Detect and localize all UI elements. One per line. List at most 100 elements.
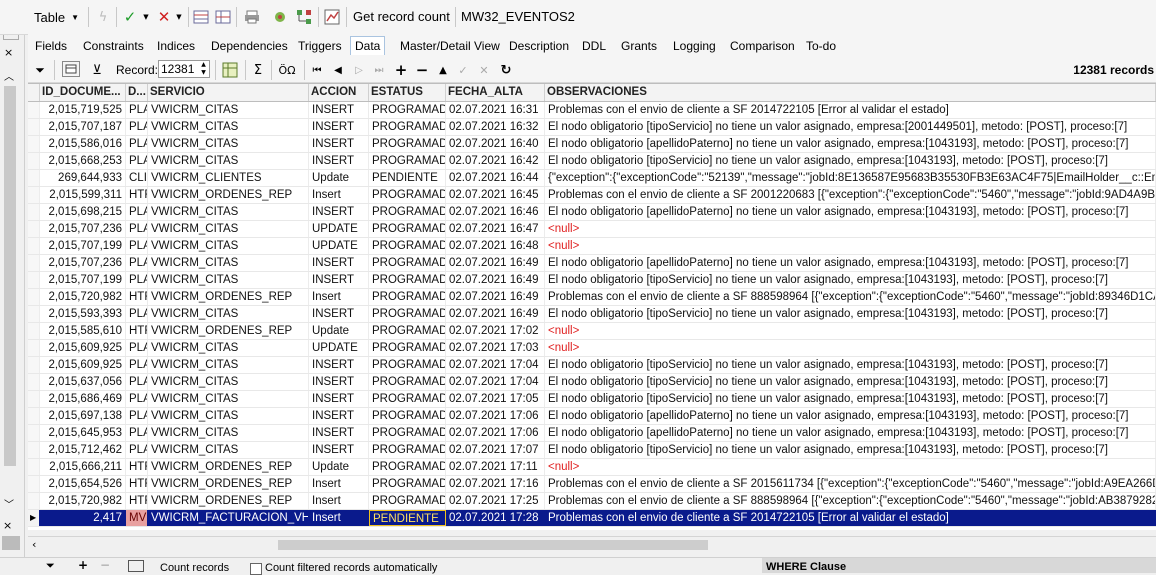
cell-observaciones[interactable]: El nodo obligatorio [tipoServicio] no ti… <box>545 306 1156 322</box>
cell-accion[interactable]: UPDATE <box>309 340 369 356</box>
grid-edit-icon[interactable] <box>192 8 210 26</box>
cell-id-documento[interactable]: 2,015,668,253 <box>40 153 126 169</box>
table-row-selected[interactable]: ▶ 2,417 MV(VWICRM_FACTURACION_VH Insert PEND… <box>28 510 1156 527</box>
chart-icon[interactable] <box>322 8 342 26</box>
add-icon[interactable]: + <box>78 558 88 572</box>
table-row[interactable]: 2,015,654,526HTFVWICRM_ORDENES_REPInsert… <box>28 476 1156 493</box>
cell-servicio[interactable]: VWICRM_ORDENES_REP <box>148 323 309 339</box>
get-record-count-button[interactable]: Get record count <box>353 9 450 24</box>
table-row[interactable]: 2,015,720,982HTFVWICRM_ORDENES_REPInsert… <box>28 289 1156 306</box>
grid-view-icon[interactable] <box>214 8 232 26</box>
cell-id-documento[interactable]: 2,015,719,525 <box>40 102 126 118</box>
cell-estatus[interactable]: PROGRAMADO <box>369 357 446 373</box>
table-row[interactable]: 2,015,707,236PLAVWICRM_CITASUPDATEPROGRA… <box>28 221 1156 238</box>
insert-record-icon[interactable]: + <box>394 61 408 79</box>
cell-observaciones[interactable]: Problemas con el envio de cliente a SF 8… <box>545 493 1156 509</box>
cell-fecha-alta[interactable]: 02.07.2021 17:28 <box>446 510 545 526</box>
table-row[interactable]: 2,015,686,469PLAVWICRM_CITASINSERTPROGRA… <box>28 391 1156 408</box>
cell-servicio[interactable]: VWICRM_CITAS <box>148 136 309 152</box>
commit-check-icon[interactable]: ✓ <box>121 8 139 26</box>
structure-icon[interactable] <box>294 8 314 26</box>
cell-estatus[interactable]: PROGRAMADO <box>369 187 446 203</box>
row-indicator[interactable] <box>28 102 40 118</box>
tab-ddl[interactable]: DDL <box>582 39 606 53</box>
rollback-x-icon[interactable]: ✕ <box>155 8 173 26</box>
cell-d[interactable]: PLA <box>126 204 148 220</box>
row-indicator[interactable] <box>28 306 40 322</box>
panel-handle[interactable] <box>2 536 20 550</box>
cell-observaciones[interactable]: El nodo obligatorio [tipoServicio] no ti… <box>545 153 1156 169</box>
row-indicator[interactable] <box>28 289 40 305</box>
cell-id-documento[interactable]: 269,644,933 <box>40 170 126 186</box>
count-filtered-checkbox[interactable] <box>250 563 262 575</box>
cell-fecha-alta[interactable]: 02.07.2021 16:49 <box>446 306 545 322</box>
cell-servicio[interactable]: VWICRM_CITAS <box>148 153 309 169</box>
prior-record-icon[interactable]: ◀ <box>331 61 345 79</box>
table-row[interactable]: 2,015,586,016PLAVWICRM_CITASINSERTPROGRA… <box>28 136 1156 153</box>
cell-d[interactable]: PLA <box>126 374 148 390</box>
table-row[interactable]: 2,015,668,253PLAVWICRM_CITASINSERTPROGRA… <box>28 153 1156 170</box>
row-indicator[interactable] <box>28 493 40 509</box>
refresh-grid-icon[interactable] <box>221 61 239 79</box>
cell-servicio[interactable]: VWICRM_CITAS <box>148 119 309 135</box>
filter-add-icon[interactable]: ⊻ <box>88 61 106 79</box>
cell-fecha-alta[interactable]: 02.07.2021 17:11 <box>446 459 545 475</box>
tab-to-do[interactable]: To-do <box>806 39 836 53</box>
cell-id-documento[interactable]: 2,015,585,610 <box>40 323 126 339</box>
column-header-estatus[interactable]: ESTATUS <box>369 84 446 101</box>
remove-icon[interactable]: − <box>100 558 110 572</box>
row-indicator[interactable] <box>28 136 40 152</box>
row-indicator[interactable] <box>28 442 40 458</box>
row-indicator[interactable] <box>28 357 40 373</box>
row-indicator[interactable]: ▶ <box>28 510 40 526</box>
cell-observaciones[interactable]: El nodo obligatorio [tipoServicio] no ti… <box>545 357 1156 373</box>
cell-servicio[interactable]: VWICRM_CITAS <box>148 357 309 373</box>
cell-id-documento[interactable]: 2,015,599,311 <box>40 187 126 203</box>
cell-estatus[interactable]: PROGRAMADO <box>369 306 446 322</box>
cell-accion[interactable]: INSERT <box>309 408 369 424</box>
cell-observaciones[interactable]: El nodo obligatorio [apellidoPaterno] no… <box>545 408 1156 424</box>
cell-d[interactable]: PLA <box>126 391 148 407</box>
row-indicator[interactable] <box>28 170 40 186</box>
edit-record-icon[interactable]: ▲ <box>436 61 450 79</box>
cell-estatus[interactable]: PENDIENTE <box>369 510 446 526</box>
cell-servicio[interactable]: VWICRM_CITAS <box>148 102 309 118</box>
scroll-down-icon[interactable]: ﹀ <box>4 496 14 511</box>
cell-accion[interactable]: INSERT <box>309 442 369 458</box>
cell-estatus[interactable]: PROGRAMADO <box>369 221 446 237</box>
first-record-icon[interactable]: ⏮ <box>310 61 324 79</box>
where-clause-panel[interactable]: WHERE Clause <box>762 558 1156 573</box>
cell-d[interactable]: PLA <box>126 306 148 322</box>
cell-fecha-alta[interactable]: 02.07.2021 16:48 <box>446 238 545 254</box>
cell-observaciones[interactable]: El nodo obligatorio [apellidoPaterno] no… <box>545 204 1156 220</box>
cell-observaciones[interactable]: El nodo obligatorio [apellidoPaterno] no… <box>545 136 1156 152</box>
cell-servicio[interactable]: VWICRM_ORDENES_REP <box>148 493 309 509</box>
cell-fecha-alta[interactable]: 02.07.2021 16:45 <box>446 187 545 203</box>
cell-id-documento[interactable]: 2,015,707,236 <box>40 255 126 271</box>
cell-id-documento[interactable]: 2,015,698,215 <box>40 204 126 220</box>
cell-accion[interactable]: Insert <box>309 289 369 305</box>
cell-d[interactable]: PLA <box>126 425 148 441</box>
cell-observaciones[interactable]: El nodo obligatorio [tipoServicio] no ti… <box>545 272 1156 288</box>
cell-d[interactable]: PLA <box>126 153 148 169</box>
cell-id-documento[interactable]: 2,015,707,187 <box>40 119 126 135</box>
cell-fecha-alta[interactable]: 02.07.2021 17:06 <box>446 408 545 424</box>
cell-accion[interactable]: INSERT <box>309 306 369 322</box>
tab-master-detail-view[interactable]: Master/Detail View <box>400 39 500 53</box>
row-indicator[interactable] <box>28 221 40 237</box>
tab-logging[interactable]: Logging <box>673 39 716 53</box>
table-row[interactable]: 2,015,720,982HTFVWICRM_ORDENES_REPInsert… <box>28 493 1156 510</box>
cell-accion[interactable]: INSERT <box>309 153 369 169</box>
cell-servicio[interactable]: VWICRM_FACTURACION_VH <box>148 510 309 526</box>
cell-id-documento[interactable]: 2,015,654,526 <box>40 476 126 492</box>
cell-fecha-alta[interactable]: 02.07.2021 16:49 <box>446 272 545 288</box>
cell-observaciones[interactable]: El nodo obligatorio [tipoServicio] no ti… <box>545 442 1156 458</box>
cell-observaciones[interactable]: <null> <box>545 340 1156 356</box>
lightning-icon[interactable]: ϟ <box>94 8 112 26</box>
cell-servicio[interactable]: VWICRM_ORDENES_REP <box>148 289 309 305</box>
horizontal-scrollbar[interactable]: ‹ <box>28 536 1156 553</box>
cell-estatus[interactable]: PENDIENTE <box>369 170 446 186</box>
tab-triggers[interactable]: Triggers <box>298 39 342 53</box>
cell-fecha-alta[interactable]: 02.07.2021 16:40 <box>446 136 545 152</box>
cell-servicio[interactable]: VWICRM_CITAS <box>148 408 309 424</box>
